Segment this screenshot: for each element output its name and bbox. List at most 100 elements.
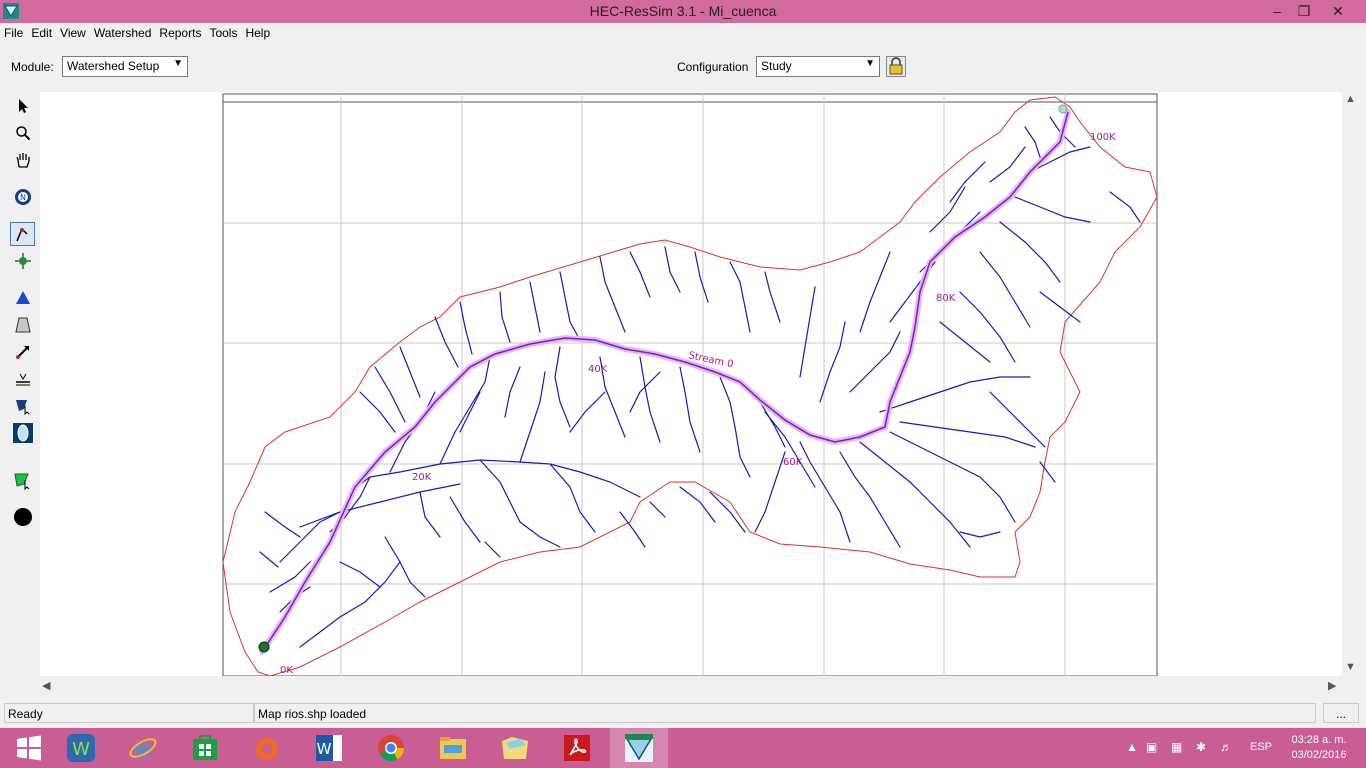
menu-reports[interactable]: Reports	[155, 23, 205, 40]
main-stream[interactable]	[261, 111, 1069, 653]
minimize-button[interactable]: –	[1262, 0, 1292, 23]
impact-area-tool[interactable]	[10, 394, 35, 418]
stream-alignment-tool[interactable]	[10, 222, 35, 246]
module-bar: Module: Watershed Setup ▼ Configuration …	[0, 52, 1366, 82]
system-clock[interactable]: 03:28 a. m. 03/02/2016	[1284, 733, 1354, 763]
acrobat-icon	[564, 735, 590, 761]
taskbar-acrobat[interactable]	[548, 728, 606, 768]
station-label-0k: 0K	[280, 665, 293, 676]
scroll-left-icon[interactable]: ◀	[42, 679, 50, 692]
main-stream-highlight	[259, 109, 1071, 655]
gage-tool[interactable]	[10, 421, 35, 445]
taskbar-file-explorer[interactable]	[424, 728, 482, 768]
diversion-tool[interactable]	[10, 340, 35, 364]
status-more-button[interactable]: ...	[1323, 703, 1359, 723]
outlet-junction[interactable]	[258, 641, 270, 653]
configuration-label: Configuration	[677, 60, 749, 74]
folder-icon	[502, 737, 528, 759]
volume-icon[interactable]: ♬	[1220, 740, 1232, 754]
clock-date: 03/02/2016	[1291, 749, 1347, 761]
chrome-icon	[378, 735, 405, 762]
start-button[interactable]	[0, 728, 58, 768]
chevron-down-icon: ▼	[173, 58, 183, 69]
diversion-icon	[15, 346, 29, 359]
taskbar-store[interactable]	[176, 728, 234, 768]
ressim-icon	[625, 734, 653, 762]
clock-time: 03:28 a. m.	[1291, 734, 1347, 746]
menu-view[interactable]: View	[56, 23, 90, 40]
status-message: Map rios.shp loaded	[254, 703, 1316, 723]
word-icon: W	[316, 735, 342, 761]
svg-text:N: N	[20, 193, 26, 202]
north-arrow-tool[interactable]: N	[10, 185, 35, 209]
input-language[interactable]: ESP	[1250, 741, 1272, 753]
station-label-40k: 40K	[588, 364, 608, 375]
taskbar-chrome[interactable]	[362, 728, 420, 768]
menu-file[interactable]: File	[0, 23, 27, 40]
impact-area-icon	[15, 400, 29, 415]
lock-icon	[889, 57, 903, 75]
wps-icon: W	[67, 734, 95, 762]
north-arrow-icon: N	[14, 189, 31, 205]
network-icon[interactable]: ▣	[1146, 740, 1157, 754]
headwater-junction[interactable]	[1058, 104, 1068, 114]
dam-tool[interactable]	[10, 313, 35, 337]
taskbar-wps[interactable]: W	[52, 728, 110, 768]
status-ready: Ready	[4, 703, 254, 723]
select-tool[interactable]	[10, 94, 35, 118]
vertical-scrollbar[interactable]: ▲ ▼	[1342, 92, 1359, 676]
scroll-right-icon[interactable]: ▶	[1328, 679, 1336, 692]
station-label-100k: 100K	[1090, 132, 1116, 143]
module-select[interactable]: Watershed Setup ▼	[62, 56, 188, 77]
menu-tools[interactable]: Tools	[205, 23, 241, 40]
taskbar-folder[interactable]	[486, 728, 544, 768]
taskbar-internet-explorer[interactable]: e	[114, 728, 172, 768]
configuration-value: Study	[761, 59, 792, 73]
reservoir-icon	[15, 291, 30, 304]
menu-edit[interactable]: Edit	[27, 23, 56, 40]
taskbar-word[interactable]: W	[300, 728, 358, 768]
scroll-down-icon[interactable]: ▼	[1345, 661, 1356, 673]
configuration-select[interactable]: Study ▼	[756, 56, 880, 77]
taskbar: W e W ▲ ▣ ▦ ✱ ♬ ESP 03:28 a. m. 03/02/20…	[0, 728, 1366, 768]
zoom-tool[interactable]	[10, 121, 35, 145]
point-icon	[13, 508, 32, 526]
module-value: Watershed Setup	[67, 59, 160, 73]
scroll-up-icon[interactable]: ▲	[1345, 93, 1356, 105]
pan-tool[interactable]	[10, 148, 35, 172]
zoom-icon	[15, 126, 30, 141]
start-icon	[17, 735, 41, 761]
status-bar: Ready Map rios.shp loaded ...	[0, 701, 1366, 725]
horizontal-scrollbar[interactable]: ◀ ▶	[40, 677, 1342, 694]
taskbar-ressim[interactable]	[610, 728, 668, 768]
point-tool[interactable]	[10, 505, 35, 529]
junction-icon	[14, 253, 31, 269]
file-explorer-icon	[440, 737, 466, 759]
lock-button[interactable]	[886, 56, 906, 77]
taskbar-origin[interactable]	[238, 728, 296, 768]
reach-tool[interactable]	[10, 367, 35, 391]
menu-help[interactable]: Help	[241, 23, 274, 40]
junction-tool[interactable]	[10, 249, 35, 273]
antivirus-icon[interactable]: ✱	[1196, 740, 1206, 754]
title-bar: HEC-ResSim 3.1 - Mi_cuenca – ❐ ✕	[0, 0, 1366, 23]
svg-text:e: e	[135, 733, 152, 763]
module-label: Module:	[11, 60, 54, 74]
station-label-80k: 80K	[936, 293, 956, 304]
stream-alignment-icon	[15, 227, 28, 242]
menu-watershed[interactable]: Watershed	[90, 23, 156, 40]
action-center-icon[interactable]: ▦	[1171, 740, 1182, 754]
chevron-down-icon: ▼	[865, 58, 875, 69]
close-button[interactable]: ✕	[1323, 0, 1353, 23]
map-grid	[222, 93, 1158, 676]
tool-palette: N	[0, 92, 40, 676]
restore-button[interactable]: ❐	[1289, 0, 1319, 23]
watershed-map[interactable]: 0K 20K 40K 60K 80K 100K Stream 0	[40, 92, 1342, 676]
computation-point-tool[interactable]	[10, 468, 35, 492]
svg-text:W: W	[317, 740, 332, 758]
select-arrow-icon	[18, 99, 28, 113]
show-hidden-icons-icon[interactable]: ▲	[1126, 740, 1138, 754]
map-panel[interactable]: 0K 20K 40K 60K 80K 100K Stream 0	[40, 92, 1342, 676]
svg-text:W: W	[72, 739, 90, 760]
reservoir-tool[interactable]	[10, 286, 35, 310]
